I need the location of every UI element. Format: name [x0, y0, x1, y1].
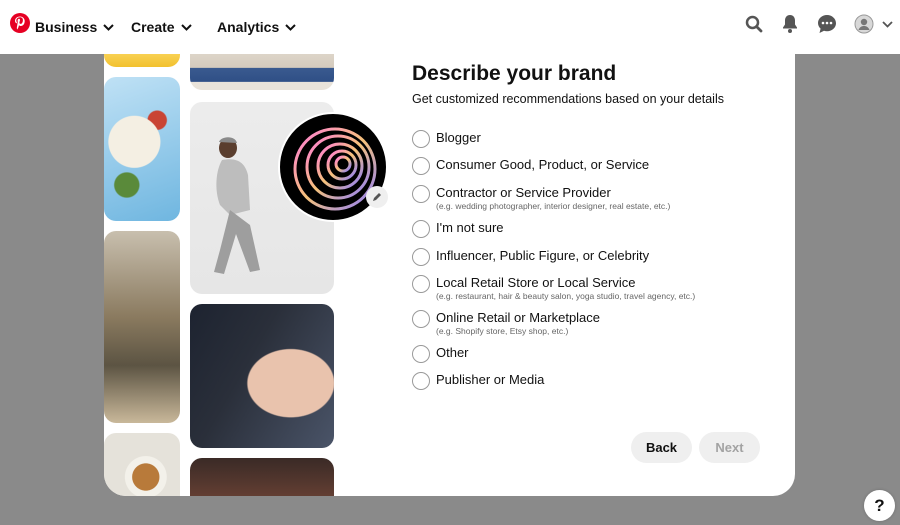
- modal-title: Describe your brand: [412, 62, 617, 85]
- pinterest-logo-icon[interactable]: [10, 13, 30, 33]
- collage-image-living-room: [190, 54, 334, 90]
- nav-create-label: Create: [131, 19, 175, 35]
- chevron-down-icon: [103, 23, 114, 31]
- option-label: Publisher or Media: [436, 372, 545, 387]
- nav-create-menu[interactable]: Create: [131, 0, 192, 54]
- option-label: Online Retail or Marketplace: [436, 310, 601, 325]
- chat-icon[interactable]: [816, 13, 838, 35]
- help-button[interactable]: ?: [864, 490, 895, 521]
- chevron-down-icon: [285, 23, 296, 31]
- collage-image-kids-room: [104, 231, 180, 423]
- back-button[interactable]: Back: [631, 432, 692, 463]
- option-hint: (e.g. wedding photographer, interior des…: [436, 201, 671, 211]
- profile-icon[interactable]: [853, 13, 875, 35]
- edit-pencil-icon[interactable]: [366, 186, 388, 208]
- option-online-retail[interactable]: Online Retail or Marketplace (e.g. Shopi…: [412, 310, 600, 336]
- nav-business-menu[interactable]: Business: [35, 0, 114, 54]
- radio-button[interactable]: [412, 248, 430, 266]
- collage-image-food-platter: [104, 77, 180, 221]
- radio-button[interactable]: [412, 157, 430, 175]
- bell-icon[interactable]: [779, 13, 801, 35]
- dancer-figure-illustration: [214, 137, 260, 274]
- option-label: Local Retail Store or Local Service: [436, 275, 636, 290]
- option-label: Influencer, Public Figure, or Celebrity: [436, 248, 650, 263]
- radio-button[interactable]: [412, 275, 430, 293]
- next-button[interactable]: Next: [699, 432, 760, 463]
- option-other[interactable]: Other: [412, 345, 469, 363]
- option-label: Contractor or Service Provider: [436, 185, 611, 200]
- option-local-retail[interactable]: Local Retail Store or Local Service (e.g…: [412, 275, 695, 301]
- search-icon[interactable]: [743, 13, 765, 35]
- radio-button[interactable]: [412, 185, 430, 203]
- option-publisher[interactable]: Publisher or Media: [412, 372, 544, 390]
- option-blogger[interactable]: Blogger: [412, 130, 481, 148]
- image-collage: [104, 54, 388, 496]
- modal-subtitle: Get customized recommendations based on …: [412, 92, 724, 106]
- option-not-sure[interactable]: I'm not sure: [412, 220, 504, 238]
- nav-analytics-label: Analytics: [217, 19, 280, 35]
- option-label: Blogger: [436, 130, 481, 145]
- radio-button[interactable]: [412, 345, 430, 363]
- option-influencer[interactable]: Influencer, Public Figure, or Celebrity: [412, 248, 649, 266]
- collage-image-portrait: [190, 304, 334, 448]
- collage-image-street-lights: [190, 458, 334, 496]
- option-consumer-good[interactable]: Consumer Good, Product, or Service: [412, 157, 649, 175]
- option-hint: (e.g. restaurant, hair & beauty salon, y…: [436, 291, 696, 301]
- radio-button[interactable]: [412, 310, 430, 328]
- collage-image-food-bowl: [104, 433, 180, 496]
- option-hint: (e.g. Shopify store, Etsy shop, etc.): [436, 326, 569, 336]
- nav-business-label: Business: [35, 19, 98, 35]
- option-label: I'm not sure: [436, 220, 504, 235]
- account-chevron-down-icon[interactable]: [880, 13, 894, 35]
- nav-analytics-menu[interactable]: Analytics: [217, 0, 296, 54]
- option-label: Other: [436, 345, 469, 360]
- option-contractor[interactable]: Contractor or Service Provider (e.g. wed…: [412, 185, 670, 211]
- top-navigation-bar: Business Create Analytics: [0, 0, 900, 54]
- radio-button[interactable]: [412, 220, 430, 238]
- describe-brand-modal: Describe your brand Get customized recom…: [104, 54, 795, 496]
- collage-image-toy-car: [104, 54, 180, 67]
- radio-button[interactable]: [412, 130, 430, 148]
- option-label: Consumer Good, Product, or Service: [436, 157, 650, 172]
- chevron-down-icon: [180, 23, 192, 31]
- radio-button[interactable]: [412, 372, 430, 390]
